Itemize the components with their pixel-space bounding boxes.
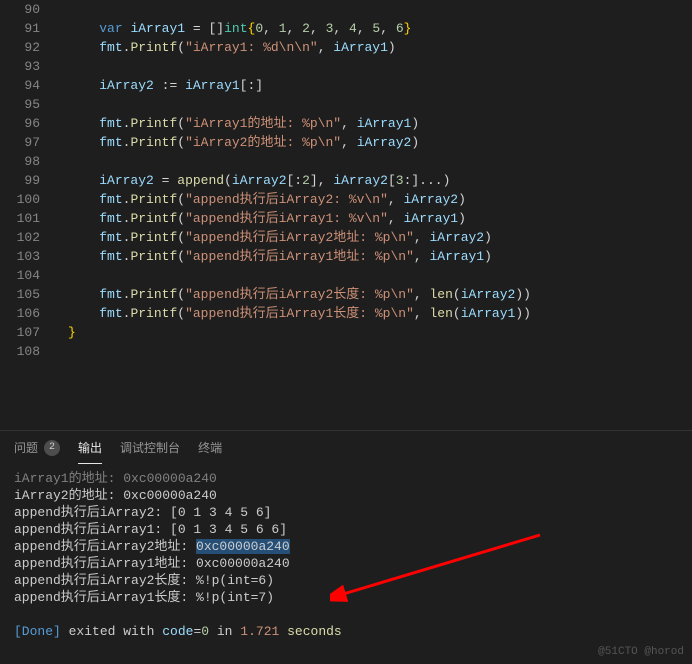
tab-problems[interactable]: 问题 2 (14, 431, 60, 464)
code-line[interactable]: var iArray1 = []int{0, 1, 2, 3, 4, 5, 6} (68, 19, 692, 38)
code-line[interactable]: } (68, 323, 692, 342)
tab-label: 调试控制台 (120, 439, 180, 456)
panel-tabs: 问题 2 输出 调试控制台 终端 (0, 431, 692, 464)
line-number: 98 (0, 152, 40, 171)
output-line: [Done] exited with code=0 in 1.721 secon… (14, 623, 678, 640)
line-number: 93 (0, 57, 40, 76)
tab-label: 输出 (78, 439, 102, 456)
output-line: append执行后iArray1长度: %!p(int=7) (14, 589, 678, 606)
tab-output[interactable]: 输出 (78, 431, 102, 464)
code-line[interactable]: fmt.Printf("iArray1: %d\n\n", iArray1) (68, 38, 692, 57)
code-line[interactable]: iArray2 := iArray1[:] (68, 76, 692, 95)
code-line[interactable] (68, 95, 692, 114)
code-line[interactable]: fmt.Printf("append执行后iArray2: %v\n", iAr… (68, 190, 692, 209)
line-number: 102 (0, 228, 40, 247)
output-line: iArray1的地址: 0xc00000a240 (14, 470, 678, 487)
code-line[interactable]: fmt.Printf("append执行后iArray2地址: %p\n", i… (68, 228, 692, 247)
code-line[interactable] (68, 342, 692, 361)
line-number: 94 (0, 76, 40, 95)
bottom-panel: 问题 2 输出 调试控制台 终端 iArray1的地址: 0xc00000a24… (0, 430, 692, 644)
line-number: 90 (0, 0, 40, 19)
line-number: 95 (0, 95, 40, 114)
line-number: 91 (0, 19, 40, 38)
code-editor[interactable]: 9091929394959697989910010110210310410510… (0, 0, 692, 430)
code-line[interactable]: fmt.Printf("append执行后iArray2长度: %p\n", l… (68, 285, 692, 304)
code-line[interactable] (68, 152, 692, 171)
code-line[interactable]: fmt.Printf("append执行后iArray1地址: %p\n", i… (68, 247, 692, 266)
line-number: 105 (0, 285, 40, 304)
code-line[interactable]: fmt.Printf("iArray1的地址: %p\n", iArray1) (68, 114, 692, 133)
tab-label: 终端 (198, 439, 222, 456)
line-number: 104 (0, 266, 40, 285)
line-number: 107 (0, 323, 40, 342)
code-line[interactable]: fmt.Printf("append执行后iArray1长度: %p\n", l… (68, 304, 692, 323)
output-line: append执行后iArray2长度: %!p(int=6) (14, 572, 678, 589)
problems-badge: 2 (44, 440, 60, 456)
output-line: append执行后iArray2地址: 0xc00000a240 (14, 538, 678, 555)
code-line[interactable] (68, 0, 692, 19)
line-number: 103 (0, 247, 40, 266)
watermark: @51CTO @horod (598, 646, 684, 658)
tab-label: 问题 (14, 439, 38, 456)
code-area[interactable]: var iArray1 = []int{0, 1, 2, 3, 4, 5, 6}… (58, 0, 692, 430)
output-line: iArray2的地址: 0xc00000a240 (14, 487, 678, 504)
output-line (14, 606, 678, 623)
tab-terminal[interactable]: 终端 (198, 431, 222, 464)
code-line[interactable]: fmt.Printf("append执行后iArray1: %v\n", iAr… (68, 209, 692, 228)
line-number: 101 (0, 209, 40, 228)
code-line[interactable]: iArray2 = append(iArray2[:2], iArray2[3:… (68, 171, 692, 190)
line-number: 108 (0, 342, 40, 361)
line-number: 96 (0, 114, 40, 133)
output-line: append执行后iArray1: [0 1 3 4 5 6 6] (14, 521, 678, 538)
code-line[interactable] (68, 266, 692, 285)
line-number: 92 (0, 38, 40, 57)
output-content[interactable]: iArray1的地址: 0xc00000a240iArray2的地址: 0xc0… (0, 464, 692, 644)
code-line[interactable]: fmt.Printf("iArray2的地址: %p\n", iArray2) (68, 133, 692, 152)
line-number: 99 (0, 171, 40, 190)
code-line[interactable] (68, 57, 692, 76)
output-line: append执行后iArray2: [0 1 3 4 5 6] (14, 504, 678, 521)
tab-debug[interactable]: 调试控制台 (120, 431, 180, 464)
line-number: 106 (0, 304, 40, 323)
line-gutter: 9091929394959697989910010110210310410510… (0, 0, 58, 430)
line-number: 100 (0, 190, 40, 209)
output-line: append执行后iArray1地址: 0xc00000a240 (14, 555, 678, 572)
line-number: 97 (0, 133, 40, 152)
